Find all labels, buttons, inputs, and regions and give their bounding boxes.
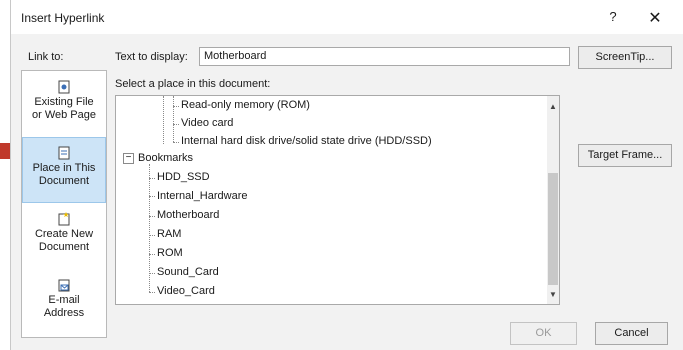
- tree-item[interactable]: Video_Card: [157, 285, 215, 297]
- tree-item[interactable]: Read-only memory (ROM): [181, 99, 310, 111]
- link-email-line2: Address: [43, 307, 85, 319]
- tree-item[interactable]: HDD_SSD: [157, 171, 210, 183]
- email-icon: [58, 279, 70, 292]
- tree-scrollbar[interactable]: ▲ ▼: [547, 96, 559, 304]
- link-place-line2: Document: [38, 175, 90, 187]
- link-existing-file[interactable]: Existing File or Web Page: [23, 72, 105, 138]
- scroll-up-icon[interactable]: ▲: [547, 100, 559, 114]
- text-to-display-input[interactable]: Motherboard: [199, 47, 570, 66]
- link-to-panel: Existing File or Web Page Place in This …: [21, 70, 107, 338]
- tree-item-bookmarks[interactable]: Bookmarks: [138, 152, 193, 164]
- document-icon: [58, 146, 70, 160]
- text-to-display-label: Text to display:: [115, 51, 188, 63]
- collapse-toggle[interactable]: −: [123, 153, 134, 164]
- link-existing-file-line1: Existing File: [34, 96, 94, 108]
- text-to-display-label-text: Text to display:: [115, 51, 188, 63]
- close-button[interactable]: ✕: [643, 8, 667, 28]
- link-create-line2: Document: [38, 241, 90, 253]
- link-create-line1: Create New: [34, 228, 94, 240]
- dialog-title: Insert Hyperlink: [21, 11, 105, 25]
- link-place-in-document[interactable]: Place in This Document: [22, 137, 106, 203]
- new-document-icon: [58, 212, 70, 226]
- tree-item[interactable]: ROM: [157, 247, 183, 259]
- insert-hyperlink-dialog: Insert Hyperlink ? ✕ Link to: Text to di…: [10, 0, 683, 350]
- link-place-line1: Place in This: [32, 162, 96, 174]
- document-tree[interactable]: Read-only memory (ROM) Video card Intern…: [115, 95, 560, 305]
- link-email-address[interactable]: E-mail Address: [23, 270, 105, 336]
- tree-item[interactable]: Internal hard disk drive/solid state dri…: [181, 135, 432, 147]
- scroll-thumb[interactable]: [548, 173, 558, 285]
- file-icon: [58, 80, 70, 94]
- link-email-line1: E-mail: [48, 294, 80, 306]
- ok-button[interactable]: OK: [510, 322, 577, 345]
- target-frame-button[interactable]: Target Frame...: [578, 144, 672, 167]
- link-create-new-document[interactable]: Create New Document: [23, 204, 105, 270]
- tree-item[interactable]: Video card: [181, 117, 233, 129]
- help-button[interactable]: ?: [603, 9, 623, 27]
- tree-item[interactable]: Internal_Hardware: [157, 190, 248, 202]
- tree-item[interactable]: RAM: [157, 228, 181, 240]
- screentip-button[interactable]: ScreenTip...: [578, 46, 672, 69]
- cancel-button[interactable]: Cancel: [595, 322, 668, 345]
- select-place-label: Select a place in this document:: [115, 78, 271, 90]
- scroll-down-icon[interactable]: ▼: [547, 288, 559, 302]
- link-existing-file-line2: or Web Page: [31, 109, 96, 121]
- tree-item[interactable]: Sound_Card: [157, 266, 219, 278]
- tree-item[interactable]: Motherboard: [157, 209, 219, 221]
- link-to-label: Link to:: [28, 51, 64, 63]
- title-bar: Insert Hyperlink ? ✕: [11, 0, 683, 34]
